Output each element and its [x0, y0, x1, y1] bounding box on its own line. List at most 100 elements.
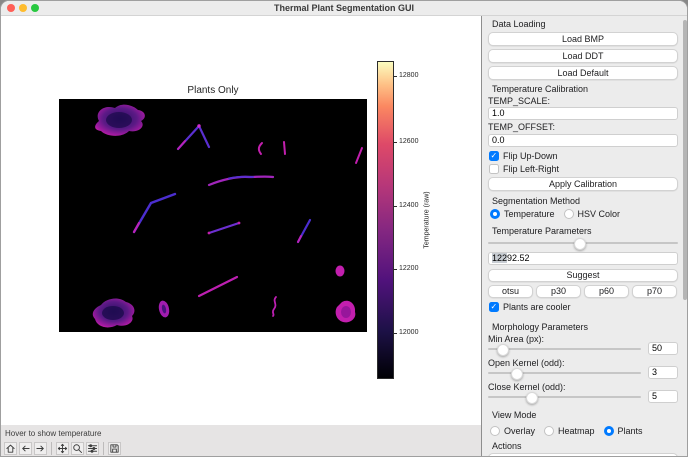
open-kernel-value[interactable]: 3 [648, 366, 678, 379]
segmentation-method-radios: Temperature HSV Color [490, 209, 629, 219]
statusbar: Hover to show temperature [1, 425, 481, 456]
checkbox-checked-icon[interactable] [489, 302, 499, 312]
close-kernel-slider[interactable] [488, 391, 641, 404]
colorbar-tick [394, 76, 397, 77]
section-header-morphology: Morphology Parameters [492, 322, 589, 332]
plants-only-image [59, 99, 367, 332]
app-window: Thermal Plant Segmentation GUI Plants On… [0, 0, 688, 457]
plants-are-cooler-checkbox[interactable]: Plants are cooler [489, 302, 571, 312]
configure-subplots-icon[interactable] [86, 442, 99, 455]
colorbar-tick [394, 269, 397, 270]
back-arrow-icon[interactable] [19, 442, 32, 455]
window-titlebar[interactable]: Thermal Plant Segmentation GUI [1, 1, 687, 16]
section-header-actions: Actions [492, 441, 522, 451]
radio-overlay[interactable]: Overlay [490, 426, 535, 436]
flip-up-down-checkbox[interactable]: Flip Up-Down [489, 151, 558, 161]
preset-p60-button[interactable]: p60 [584, 285, 629, 298]
plants-are-cooler-label: Plants are cooler [503, 302, 571, 312]
preset-p70-button[interactable]: p70 [632, 285, 677, 298]
flip-left-right-checkbox[interactable]: Flip Left-Right [489, 164, 559, 174]
slider-track[interactable] [488, 396, 641, 398]
panel-scrollbar[interactable] [683, 20, 687, 300]
plot-canvas[interactable]: Plants Only 12800 12600 12400 12200 1200… [1, 16, 481, 425]
threshold-slider[interactable] [488, 237, 678, 250]
radio-hsv-color-label: HSV Color [577, 209, 621, 219]
radio-hsv-color[interactable]: HSV Color [563, 209, 621, 219]
threshold-selected-text: 122 [492, 253, 508, 263]
radio-temperature-label: Temperature [504, 209, 555, 219]
colorbar [377, 61, 394, 379]
min-area-slider[interactable] [488, 343, 641, 356]
suggest-button[interactable]: Suggest [488, 269, 678, 282]
home-icon[interactable] [4, 442, 17, 455]
save-icon[interactable] [108, 442, 121, 455]
temp-offset-input[interactable]: 0.0 [488, 134, 678, 147]
minimize-window-button[interactable] [19, 4, 27, 12]
close-window-button[interactable] [7, 4, 15, 12]
threshold-input[interactable]: 12292.52 [488, 252, 678, 265]
slider-thumb[interactable] [574, 237, 587, 250]
hover-hint-text: Hover to show temperature [5, 429, 102, 438]
colorbar-axis-label: Temperature (raw) [423, 191, 431, 249]
radio-unselected-icon[interactable] [563, 209, 574, 219]
radio-plants-label: Plants [617, 426, 643, 436]
threshold-rest-text: 92.52 [507, 253, 530, 263]
colorbar-tick [394, 333, 397, 334]
colorbar-tick-label: 12000 [399, 329, 419, 336]
forward-arrow-icon[interactable] [34, 442, 47, 455]
radio-plants[interactable]: Plants [603, 426, 643, 436]
control-panel: Data Loading Load BMP Load DDT Load Defa… [481, 16, 687, 456]
radio-heatmap-label: Heatmap [558, 426, 595, 436]
view-mode-radios: Overlay Heatmap Plants [490, 426, 652, 436]
flip-left-right-label: Flip Left-Right [503, 164, 560, 174]
radio-unselected-icon[interactable] [544, 426, 555, 436]
zoom-rect-icon[interactable] [71, 442, 84, 455]
mpl-toolbar [4, 442, 121, 455]
action-button-partial[interactable] [488, 453, 678, 456]
slider-thumb[interactable] [496, 343, 509, 356]
radio-overlay-label: Overlay [504, 426, 536, 436]
zoom-window-button[interactable] [31, 4, 39, 12]
radio-selected-icon[interactable] [603, 426, 614, 436]
min-area-value[interactable]: 50 [648, 342, 678, 355]
colorbar-tick-label: 12400 [399, 202, 419, 209]
radio-selected-icon[interactable] [490, 209, 500, 219]
apply-calibration-button[interactable]: Apply Calibration [488, 177, 678, 191]
pan-icon[interactable] [56, 442, 69, 455]
temp-scale-label: TEMP_SCALE: [488, 96, 551, 106]
colorbar-tick [394, 142, 397, 143]
slider-thumb[interactable] [525, 391, 538, 404]
load-bmp-button[interactable]: Load BMP [488, 32, 678, 46]
temp-offset-label: TEMP_OFFSET: [488, 122, 556, 132]
slider-track[interactable] [488, 348, 641, 350]
open-kernel-slider[interactable] [488, 367, 641, 380]
toolbar-separator [103, 442, 104, 455]
radio-heatmap[interactable]: Heatmap [544, 426, 595, 436]
close-kernel-value[interactable]: 5 [648, 390, 678, 403]
window-controls [7, 4, 39, 12]
preset-otsu-button[interactable]: otsu [488, 285, 533, 298]
window-title: Thermal Plant Segmentation GUI [273, 3, 415, 13]
section-header-segmentation-method: Segmentation Method [492, 196, 581, 206]
colorbar-tick-label: 12600 [399, 138, 419, 145]
preset-p30-button[interactable]: p30 [536, 285, 581, 298]
slider-thumb[interactable] [510, 367, 523, 380]
section-header-temperature-calibration: Temperature Calibration [492, 84, 589, 94]
section-header-data-loading: Data Loading [492, 19, 546, 29]
checkbox-checked-icon[interactable] [489, 151, 499, 161]
checkbox-unchecked-icon[interactable] [489, 164, 499, 174]
colorbar-tick [394, 206, 397, 207]
load-ddt-button[interactable]: Load DDT [488, 49, 678, 63]
radio-unselected-icon[interactable] [490, 426, 500, 436]
flip-up-down-label: Flip Up-Down [503, 151, 558, 161]
section-header-view-mode: View Mode [492, 410, 537, 420]
radio-temperature[interactable]: Temperature [490, 209, 555, 219]
temp-scale-input[interactable]: 1.0 [488, 107, 678, 120]
thermal-segmented-image[interactable] [59, 99, 367, 332]
load-default-button[interactable]: Load Default [488, 66, 678, 80]
section-header-temperature-parameters: Temperature Parameters [492, 226, 592, 236]
colorbar-tick-label: 12200 [399, 265, 419, 272]
plot-title: Plants Only [187, 85, 239, 96]
toolbar-separator [51, 442, 52, 455]
colorbar-tick-label: 12800 [399, 72, 419, 79]
